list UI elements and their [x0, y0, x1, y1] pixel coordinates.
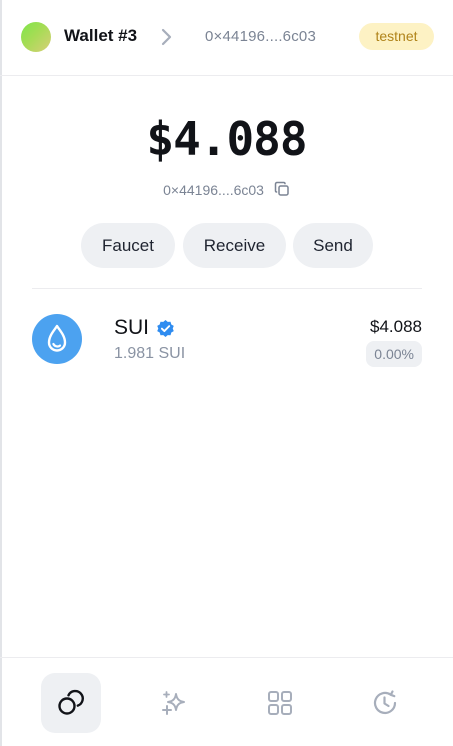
- sparkles-icon: [162, 691, 185, 715]
- address-row: 0×44196....6c03: [0, 181, 453, 198]
- token-value: $4.088: [370, 317, 422, 336]
- token-row-sui[interactable]: SUI 1.981 SUI $4.088 0.00%: [0, 305, 453, 377]
- wallet-name[interactable]: Wallet #3: [64, 26, 137, 46]
- sui-token-logo: [32, 314, 82, 364]
- chevron-right-icon[interactable]: [159, 27, 175, 47]
- nav-tab-apps[interactable]: [250, 673, 310, 733]
- header-address[interactable]: 0×44196....6c03: [205, 28, 316, 45]
- token-change-badge: 0.00%: [366, 341, 422, 367]
- copy-icon[interactable]: [274, 181, 290, 197]
- nav-tab-sparkles[interactable]: [145, 673, 205, 733]
- wallet-address: 0×44196....6c03: [163, 182, 264, 198]
- wallet-header: Wallet #3 0×44196....6c03 testnet: [0, 0, 453, 76]
- action-buttons: Faucet Receive Send: [0, 223, 453, 268]
- history-icon: [373, 690, 397, 715]
- nav-tab-history[interactable]: [355, 673, 415, 733]
- sui-drop-icon: [47, 324, 67, 352]
- bottom-nav: [0, 657, 453, 746]
- token-symbol: SUI: [114, 316, 150, 339]
- faucet-button[interactable]: Faucet: [81, 223, 175, 268]
- divider: [32, 288, 422, 289]
- nav-tab-coins[interactable]: [41, 673, 101, 733]
- total-balance: $4.088: [146, 112, 307, 166]
- wallet-avatar[interactable]: [21, 22, 51, 52]
- send-button[interactable]: Send: [293, 223, 373, 268]
- verified-badge-icon: [157, 319, 174, 338]
- apps-grid-icon: [268, 691, 292, 715]
- coins-icon: [58, 689, 84, 715]
- token-amount: 1.981 SUI: [114, 345, 186, 362]
- receive-button[interactable]: Receive: [183, 223, 286, 268]
- network-badge: testnet: [359, 23, 434, 50]
